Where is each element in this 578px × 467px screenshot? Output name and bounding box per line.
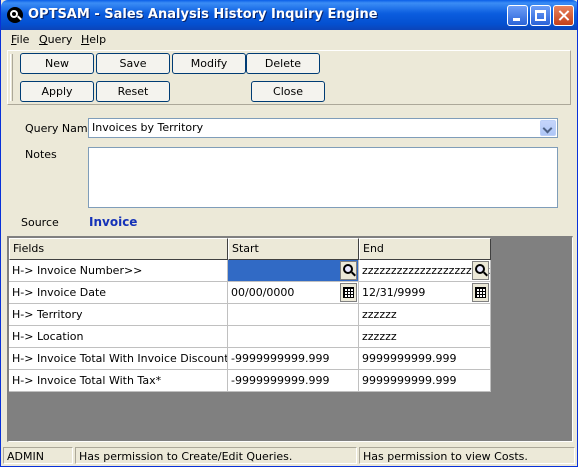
calendar-icon[interactable]: [340, 283, 357, 302]
criteria-grid[interactable]: Fields Start End H-> Invoice Number>> zz…: [7, 236, 573, 442]
delete-button[interactable]: Delete: [246, 53, 320, 74]
end-cell[interactable]: zzzzzz: [359, 326, 491, 348]
start-cell[interactable]: [228, 326, 359, 348]
app-window: OPTSAM - Sales Analysis History Inquiry …: [0, 0, 578, 467]
save-button[interactable]: Save: [96, 53, 170, 74]
field-cell[interactable]: H-> Invoice Total With Invoice Discount*: [9, 348, 228, 370]
maximize-button[interactable]: [530, 5, 551, 26]
new-button[interactable]: New: [20, 53, 94, 74]
title-bar[interactable]: OPTSAM - Sales Analysis History Inquiry …: [1, 0, 577, 30]
table-row: H-> Invoice Total With Invoice Discount*…: [9, 348, 491, 370]
status-user: ADMIN: [3, 447, 73, 464]
field-cell[interactable]: H-> Location: [9, 326, 228, 348]
modify-button[interactable]: Modify: [172, 53, 246, 74]
menu-bar: File Query Help: [1, 30, 577, 49]
start-cell[interactable]: [228, 304, 359, 326]
field-cell[interactable]: H-> Invoice Total With Tax*: [9, 370, 228, 392]
table-row: H-> Invoice Total With Tax* -9999999999.…: [9, 370, 491, 392]
close-window-button[interactable]: [553, 5, 574, 26]
end-cell[interactable]: 9999999999.999: [359, 348, 491, 370]
minimize-button[interactable]: [507, 5, 528, 26]
start-cell-selected[interactable]: [228, 260, 359, 282]
source-value: Invoice: [89, 215, 138, 229]
window-title: OPTSAM - Sales Analysis History Inquiry …: [28, 7, 378, 22]
start-cell[interactable]: -9999999999.999: [228, 348, 359, 370]
query-name-value: Invoices by Territory: [92, 121, 204, 134]
app-search-icon: [7, 7, 23, 23]
status-cost-permission: Has permission to view Costs.: [359, 447, 575, 464]
toolbar: New Save Modify Delete Apply Reset Close: [7, 50, 571, 105]
menu-help[interactable]: Help: [81, 33, 106, 46]
notes-textarea[interactable]: [88, 147, 558, 208]
menu-query[interactable]: Query: [39, 33, 72, 46]
table-row: H-> Territory zzzzzz: [9, 304, 491, 326]
start-cell[interactable]: -9999999999.999: [228, 370, 359, 392]
apply-button[interactable]: Apply: [20, 81, 94, 102]
status-query-permission: Has permission to Create/Edit Queries.: [75, 447, 357, 464]
end-cell[interactable]: 12/31/9999: [359, 282, 491, 304]
end-cell[interactable]: zzzzzz: [359, 304, 491, 326]
lookup-icon[interactable]: [340, 261, 357, 280]
column-header-end[interactable]: End: [359, 238, 491, 260]
start-cell[interactable]: 00/00/0000: [228, 282, 359, 304]
close-button[interactable]: Close: [251, 81, 325, 102]
lookup-icon[interactable]: [472, 261, 489, 280]
column-header-fields[interactable]: Fields: [9, 238, 228, 260]
field-cell[interactable]: H-> Invoice Number>>: [9, 260, 228, 282]
query-name-label: Query Name: [25, 122, 95, 135]
field-cell[interactable]: H-> Invoice Date: [9, 282, 228, 304]
calendar-icon[interactable]: [472, 283, 489, 302]
source-label: Source: [21, 216, 59, 229]
notes-label: Notes: [25, 148, 57, 161]
table-row: H-> Location zzzzzz: [9, 326, 491, 348]
table-row: H-> Invoice Number>> zzzzzzzzzzzzzzzzzzz…: [9, 260, 491, 282]
table-row: H-> Invoice Date 00/00/0000 12/31/9999: [9, 282, 491, 304]
toolbar-grip[interactable]: [10, 54, 13, 101]
status-bar: ADMIN Has permission to Create/Edit Quer…: [1, 445, 577, 466]
query-name-select[interactable]: Invoices by Territory: [88, 118, 558, 138]
chevron-down-icon[interactable]: [540, 120, 556, 136]
end-cell[interactable]: 9999999999.999: [359, 370, 491, 392]
column-header-start[interactable]: Start: [228, 238, 359, 260]
field-cell[interactable]: H-> Territory: [9, 304, 228, 326]
grid-body: Fields Start End H-> Invoice Number>> zz…: [9, 238, 572, 441]
end-cell[interactable]: zzzzzzzzzzzzzzzzzzzzzzz: [359, 260, 491, 282]
reset-button[interactable]: Reset: [96, 81, 170, 102]
menu-file[interactable]: File: [11, 33, 29, 46]
